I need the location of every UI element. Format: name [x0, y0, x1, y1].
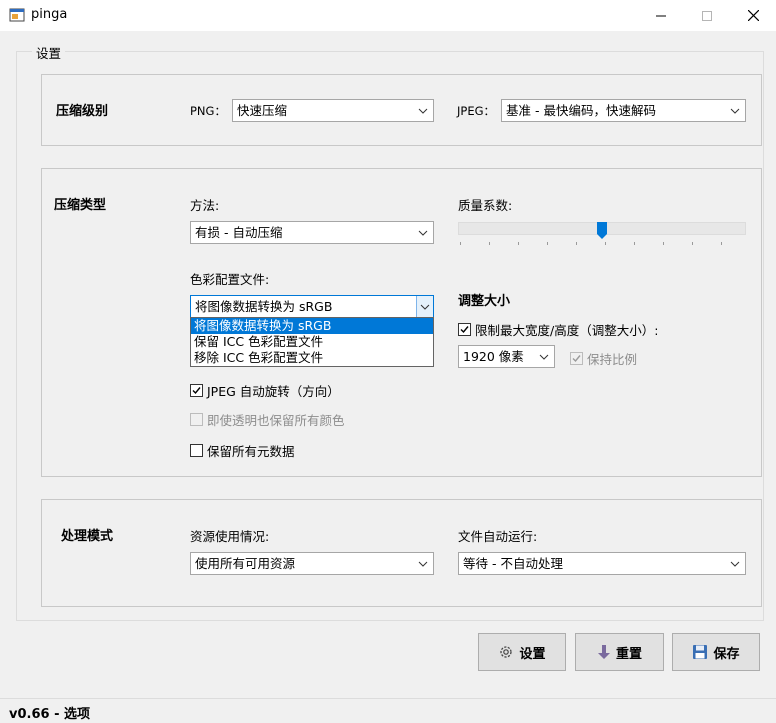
- color-profile-label: 色彩配置文件:: [190, 272, 270, 287]
- settings-button[interactable]: 设置: [478, 633, 566, 671]
- jpeg-autorotate-checkbox[interactable]: JPEG 自动旋转（方向）: [190, 381, 340, 400]
- chevron-down-icon: [418, 230, 428, 236]
- gear-icon: [500, 646, 513, 658]
- method-label: 方法:: [190, 198, 220, 213]
- checkbox-box: [190, 444, 203, 457]
- slider-tick: [460, 242, 461, 245]
- dropdown-option[interactable]: 保留 ICC 色彩配置文件: [191, 334, 433, 350]
- compression-type-title: 压缩类型: [54, 198, 107, 213]
- checkbox-box: [570, 352, 583, 365]
- jpeg-label: JPEG：: [457, 104, 496, 118]
- status-bar: v0.66 - 选项: [0, 698, 776, 723]
- app-icon: [9, 8, 25, 22]
- chevron-down-icon: [730, 108, 740, 114]
- slider-tick: [634, 242, 635, 245]
- close-button[interactable]: [730, 0, 776, 31]
- keep-ratio-checkbox[interactable]: 保持比例: [570, 349, 637, 368]
- floppy-disk-icon: [693, 645, 708, 659]
- autorun-select[interactable]: 等待 - 不自动处理: [458, 552, 746, 575]
- keep-colors-checkbox[interactable]: 即使透明也保留所有颜色: [190, 410, 345, 429]
- maximize-icon: [702, 10, 712, 21]
- chevron-down-icon: [539, 354, 549, 360]
- slider-tick: [692, 242, 693, 245]
- checkmark-icon: [572, 355, 581, 363]
- chevron-down-icon: [730, 561, 740, 567]
- settings-button-label: 设置: [519, 646, 546, 662]
- compression-level-title: 压缩级别: [56, 104, 109, 119]
- png-compression-select[interactable]: 快速压缩: [232, 99, 434, 122]
- chevron-down-icon: [420, 304, 430, 310]
- color-profile-dropdown-list: 将图像数据转换为 sRGB 保留 ICC 色彩配置文件 移除 ICC 色彩配置文…: [190, 317, 434, 367]
- color-profile-dropdown-button[interactable]: [416, 296, 433, 317]
- chevron-down-icon: [418, 108, 428, 114]
- quality-slider-thumb[interactable]: [597, 222, 607, 239]
- autorun-value: 等待 - 不自动处理: [463, 556, 563, 571]
- jpeg-compression-select[interactable]: 基准 - 最快编码，快速解码: [501, 99, 746, 122]
- keep-metadata-label: 保留所有元数据: [207, 444, 295, 459]
- resources-select[interactable]: 使用所有可用资源: [190, 552, 434, 575]
- max-size-value: 1920 像素: [463, 349, 524, 364]
- reset-button[interactable]: 重置: [575, 633, 664, 671]
- checkmark-icon: [460, 326, 469, 334]
- processing-mode-title: 处理模式: [61, 529, 114, 544]
- checkbox-box: [458, 323, 471, 336]
- minimize-button[interactable]: [638, 0, 684, 31]
- autorun-label: 文件自动运行:: [458, 529, 538, 544]
- close-icon: [747, 10, 759, 21]
- maximize-button[interactable]: [684, 0, 730, 31]
- method-select[interactable]: 有损 - 自动压缩: [190, 221, 434, 244]
- slider-tick: [576, 242, 577, 245]
- checkmark-icon: [192, 387, 201, 395]
- title-bar[interactable]: pinga: [0, 0, 776, 31]
- keep-metadata-checkbox[interactable]: 保留所有元数据: [190, 441, 295, 460]
- slider-tick: [518, 242, 519, 245]
- jpeg-compression-value: 基准 - 最快编码，快速解码: [506, 103, 656, 118]
- method-value: 有损 - 自动压缩: [195, 225, 283, 240]
- save-button-label: 保存: [713, 646, 740, 662]
- color-profile-select[interactable]: 将图像数据转换为 sRGB: [190, 295, 434, 318]
- settings-legend: 设置: [32, 43, 66, 62]
- window-title: pinga: [31, 7, 68, 22]
- arrow-down-icon: [597, 645, 610, 659]
- limit-size-label: 限制最大宽度/高度（调整大小）:: [475, 323, 659, 338]
- slider-tick: [489, 242, 490, 245]
- max-size-select[interactable]: 1920 像素: [458, 345, 555, 368]
- png-label: PNG：: [190, 104, 226, 118]
- slider-tick: [663, 242, 664, 245]
- keep-ratio-label: 保持比例: [587, 352, 638, 367]
- limit-size-checkbox[interactable]: 限制最大宽度/高度（调整大小）:: [458, 320, 658, 339]
- status-text: v0.66 - 选项: [9, 707, 90, 722]
- save-button[interactable]: 保存: [672, 633, 760, 671]
- png-compression-value: 快速压缩: [237, 103, 288, 118]
- resources-value: 使用所有可用资源: [195, 556, 296, 571]
- minimize-icon: [656, 15, 666, 16]
- reset-button-label: 重置: [615, 646, 642, 662]
- keep-colors-label: 即使透明也保留所有颜色: [207, 413, 345, 428]
- chevron-down-icon: [418, 561, 428, 567]
- slider-tick: [721, 242, 722, 245]
- checkbox-box: [190, 413, 203, 426]
- dropdown-option[interactable]: 将图像数据转换为 sRGB: [191, 318, 433, 334]
- dropdown-option[interactable]: 移除 ICC 色彩配置文件: [191, 350, 433, 366]
- checkbox-box: [190, 384, 203, 397]
- resize-title: 调整大小: [458, 294, 511, 309]
- resources-label: 资源使用情况:: [190, 529, 270, 544]
- slider-tick: [605, 242, 606, 245]
- color-profile-value: 将图像数据转换为 sRGB: [195, 299, 333, 314]
- jpeg-autorotate-label: JPEG 自动旋转（方向）: [207, 384, 340, 399]
- slider-tick: [547, 242, 548, 245]
- quality-label: 质量系数:: [458, 198, 513, 213]
